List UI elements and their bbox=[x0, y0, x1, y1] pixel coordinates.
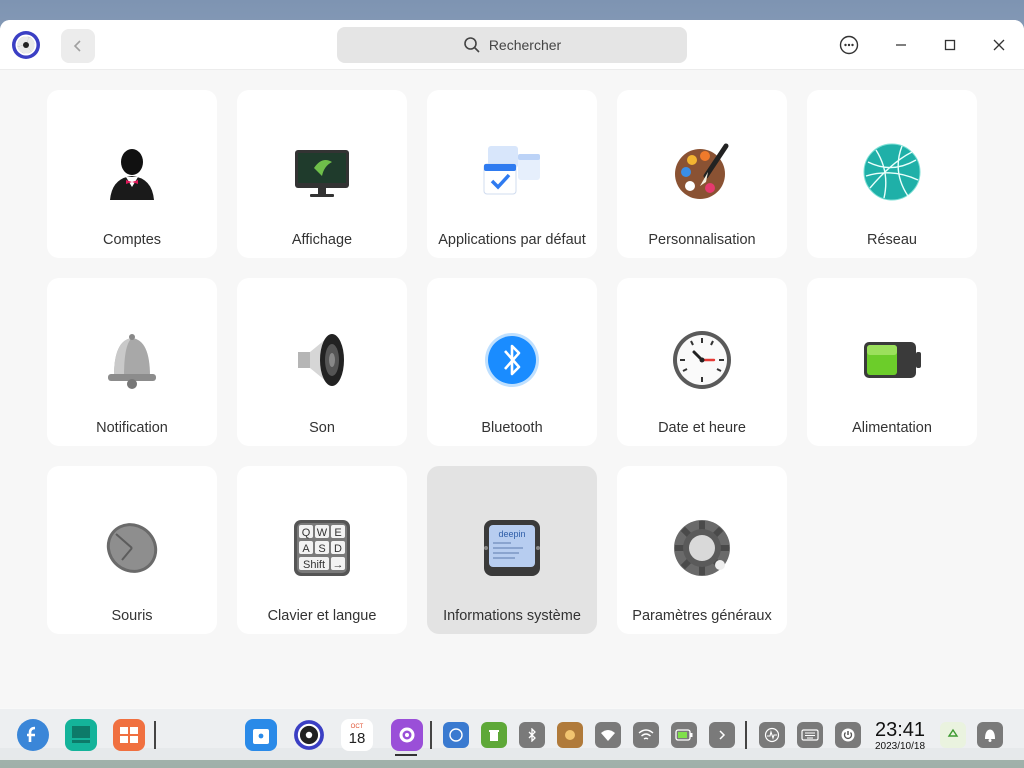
system-info-icon: deepin bbox=[482, 518, 542, 578]
search-placeholder: Rechercher bbox=[488, 37, 562, 53]
expand-tray-button[interactable] bbox=[709, 722, 735, 748]
minimize-icon bbox=[896, 44, 906, 46]
search-input[interactable]: Rechercher bbox=[337, 27, 687, 63]
battery-icon bbox=[862, 330, 922, 390]
keycap-shift: Shift bbox=[303, 559, 325, 571]
keycap-d: D bbox=[334, 543, 342, 555]
tile-label: Notification bbox=[96, 420, 168, 436]
deepin-tray-icon[interactable] bbox=[443, 722, 469, 748]
default-apps-icon bbox=[482, 142, 542, 202]
calendar-day: 18 bbox=[348, 730, 366, 747]
multitasking-view-icon[interactable] bbox=[65, 719, 97, 751]
search-icon bbox=[464, 37, 480, 53]
taskbar-dock: OCT 18 23:41 2023/10/18 bbox=[0, 708, 1024, 760]
tile-label: Affichage bbox=[291, 232, 353, 248]
bluetooth-icon bbox=[482, 330, 542, 390]
active-app-indicator bbox=[395, 754, 417, 756]
maximize-button[interactable] bbox=[938, 33, 962, 57]
dock-separator bbox=[430, 721, 432, 749]
sound-speaker-icon bbox=[292, 330, 352, 390]
tile-mouse[interactable]: Souris bbox=[47, 466, 217, 634]
tile-power[interactable]: Alimentation bbox=[807, 278, 977, 446]
network-icon bbox=[862, 142, 922, 202]
control-center-window: Rechercher Comptes Affichage Application… bbox=[0, 20, 1024, 748]
tile-personalization[interactable]: Personnalisation bbox=[617, 90, 787, 258]
more-options-icon bbox=[839, 35, 859, 55]
keycap-q: Q bbox=[302, 527, 311, 539]
more-options-button[interactable] bbox=[837, 33, 861, 57]
tile-date-time[interactable]: Date et heure bbox=[617, 278, 787, 446]
settings-grid: Comptes Affichage Applications par défau… bbox=[47, 90, 977, 634]
tile-label: Clavier et langue bbox=[267, 608, 377, 624]
personalization-icon bbox=[672, 142, 732, 202]
wireless-signal-tray-icon[interactable] bbox=[633, 722, 659, 748]
keyboard-icon: Q W E A S D Shift → bbox=[292, 518, 352, 578]
dock-separator bbox=[154, 721, 156, 749]
tile-keyboard-language[interactable]: Q W E A S D Shift → Clavier et langue bbox=[237, 466, 407, 634]
tile-notification[interactable]: Notification bbox=[47, 278, 217, 446]
bluetooth-tray-icon[interactable] bbox=[519, 722, 545, 748]
user-avatar-tray-icon[interactable] bbox=[557, 722, 583, 748]
tile-label: Date et heure bbox=[658, 420, 746, 436]
clock-time[interactable]: 23:41 bbox=[870, 719, 930, 742]
deepin-label: deepin bbox=[498, 529, 525, 539]
tile-label: Alimentation bbox=[852, 420, 932, 436]
keycap-e: E bbox=[334, 527, 341, 539]
control-center-dock-icon[interactable] bbox=[293, 719, 325, 751]
trash-tray-icon[interactable] bbox=[481, 722, 507, 748]
back-button[interactable] bbox=[61, 29, 95, 63]
calendar-icon[interactable]: OCT 18 bbox=[341, 719, 373, 751]
tile-label: Son bbox=[309, 420, 335, 436]
chevron-left-icon bbox=[73, 40, 81, 52]
notification-bell-icon bbox=[102, 330, 162, 390]
close-button[interactable] bbox=[987, 33, 1011, 57]
clock-icon bbox=[672, 330, 732, 390]
settings-app-icon[interactable] bbox=[391, 719, 423, 751]
display-icon bbox=[292, 142, 352, 202]
keycap-s: S bbox=[318, 543, 325, 555]
recycle-tray-icon[interactable] bbox=[940, 722, 966, 748]
notification-center-button[interactable] bbox=[977, 722, 1003, 748]
close-icon bbox=[993, 39, 1005, 51]
power-tray-icon[interactable] bbox=[835, 722, 861, 748]
tile-label: Personnalisation bbox=[648, 232, 756, 248]
keycap-w: W bbox=[317, 527, 328, 539]
chevron-right-icon bbox=[719, 730, 726, 740]
tile-network[interactable]: Réseau bbox=[807, 90, 977, 258]
onscreen-keyboard-tray-icon[interactable] bbox=[797, 722, 823, 748]
tile-display[interactable]: Affichage bbox=[237, 90, 407, 258]
bell-icon bbox=[985, 729, 995, 742]
tile-label: Réseau bbox=[867, 232, 917, 248]
tile-general-settings[interactable]: Paramètres généraux bbox=[617, 466, 787, 634]
launcher-fedora-icon[interactable] bbox=[17, 719, 49, 751]
tile-bluetooth[interactable]: Bluetooth bbox=[427, 278, 597, 446]
tile-label: Paramètres généraux bbox=[632, 608, 772, 624]
accounts-icon bbox=[102, 142, 162, 202]
tile-label: Applications par défaut bbox=[438, 232, 586, 248]
minimize-button[interactable] bbox=[889, 33, 913, 57]
workspace-icon[interactable] bbox=[113, 719, 145, 751]
app-store-icon[interactable] bbox=[245, 719, 277, 751]
tile-label: Bluetooth bbox=[481, 420, 543, 436]
gear-icon bbox=[672, 518, 732, 578]
title-bar: Rechercher bbox=[0, 20, 1024, 70]
maximize-icon bbox=[944, 39, 956, 51]
system-monitor-tray-icon[interactable] bbox=[759, 722, 785, 748]
dock-separator bbox=[745, 721, 747, 749]
tile-label: Comptes bbox=[102, 232, 162, 248]
wifi-tray-icon[interactable] bbox=[595, 722, 621, 748]
control-center-logo-icon[interactable] bbox=[11, 30, 41, 60]
keycap-arrow: → bbox=[333, 559, 344, 571]
keycap-a: A bbox=[302, 543, 310, 555]
mouse-icon bbox=[102, 518, 162, 578]
battery-tray-icon[interactable] bbox=[671, 722, 697, 748]
tile-sound[interactable]: Son bbox=[237, 278, 407, 446]
tile-accounts[interactable]: Comptes bbox=[47, 90, 217, 258]
tile-default-apps[interactable]: Applications par défaut bbox=[427, 90, 597, 258]
tile-label: Informations système bbox=[443, 608, 581, 624]
tile-label: Souris bbox=[111, 608, 153, 624]
clock-date: 2023/10/18 bbox=[874, 741, 926, 752]
tile-system-info[interactable]: deepin Informations système bbox=[427, 466, 597, 634]
